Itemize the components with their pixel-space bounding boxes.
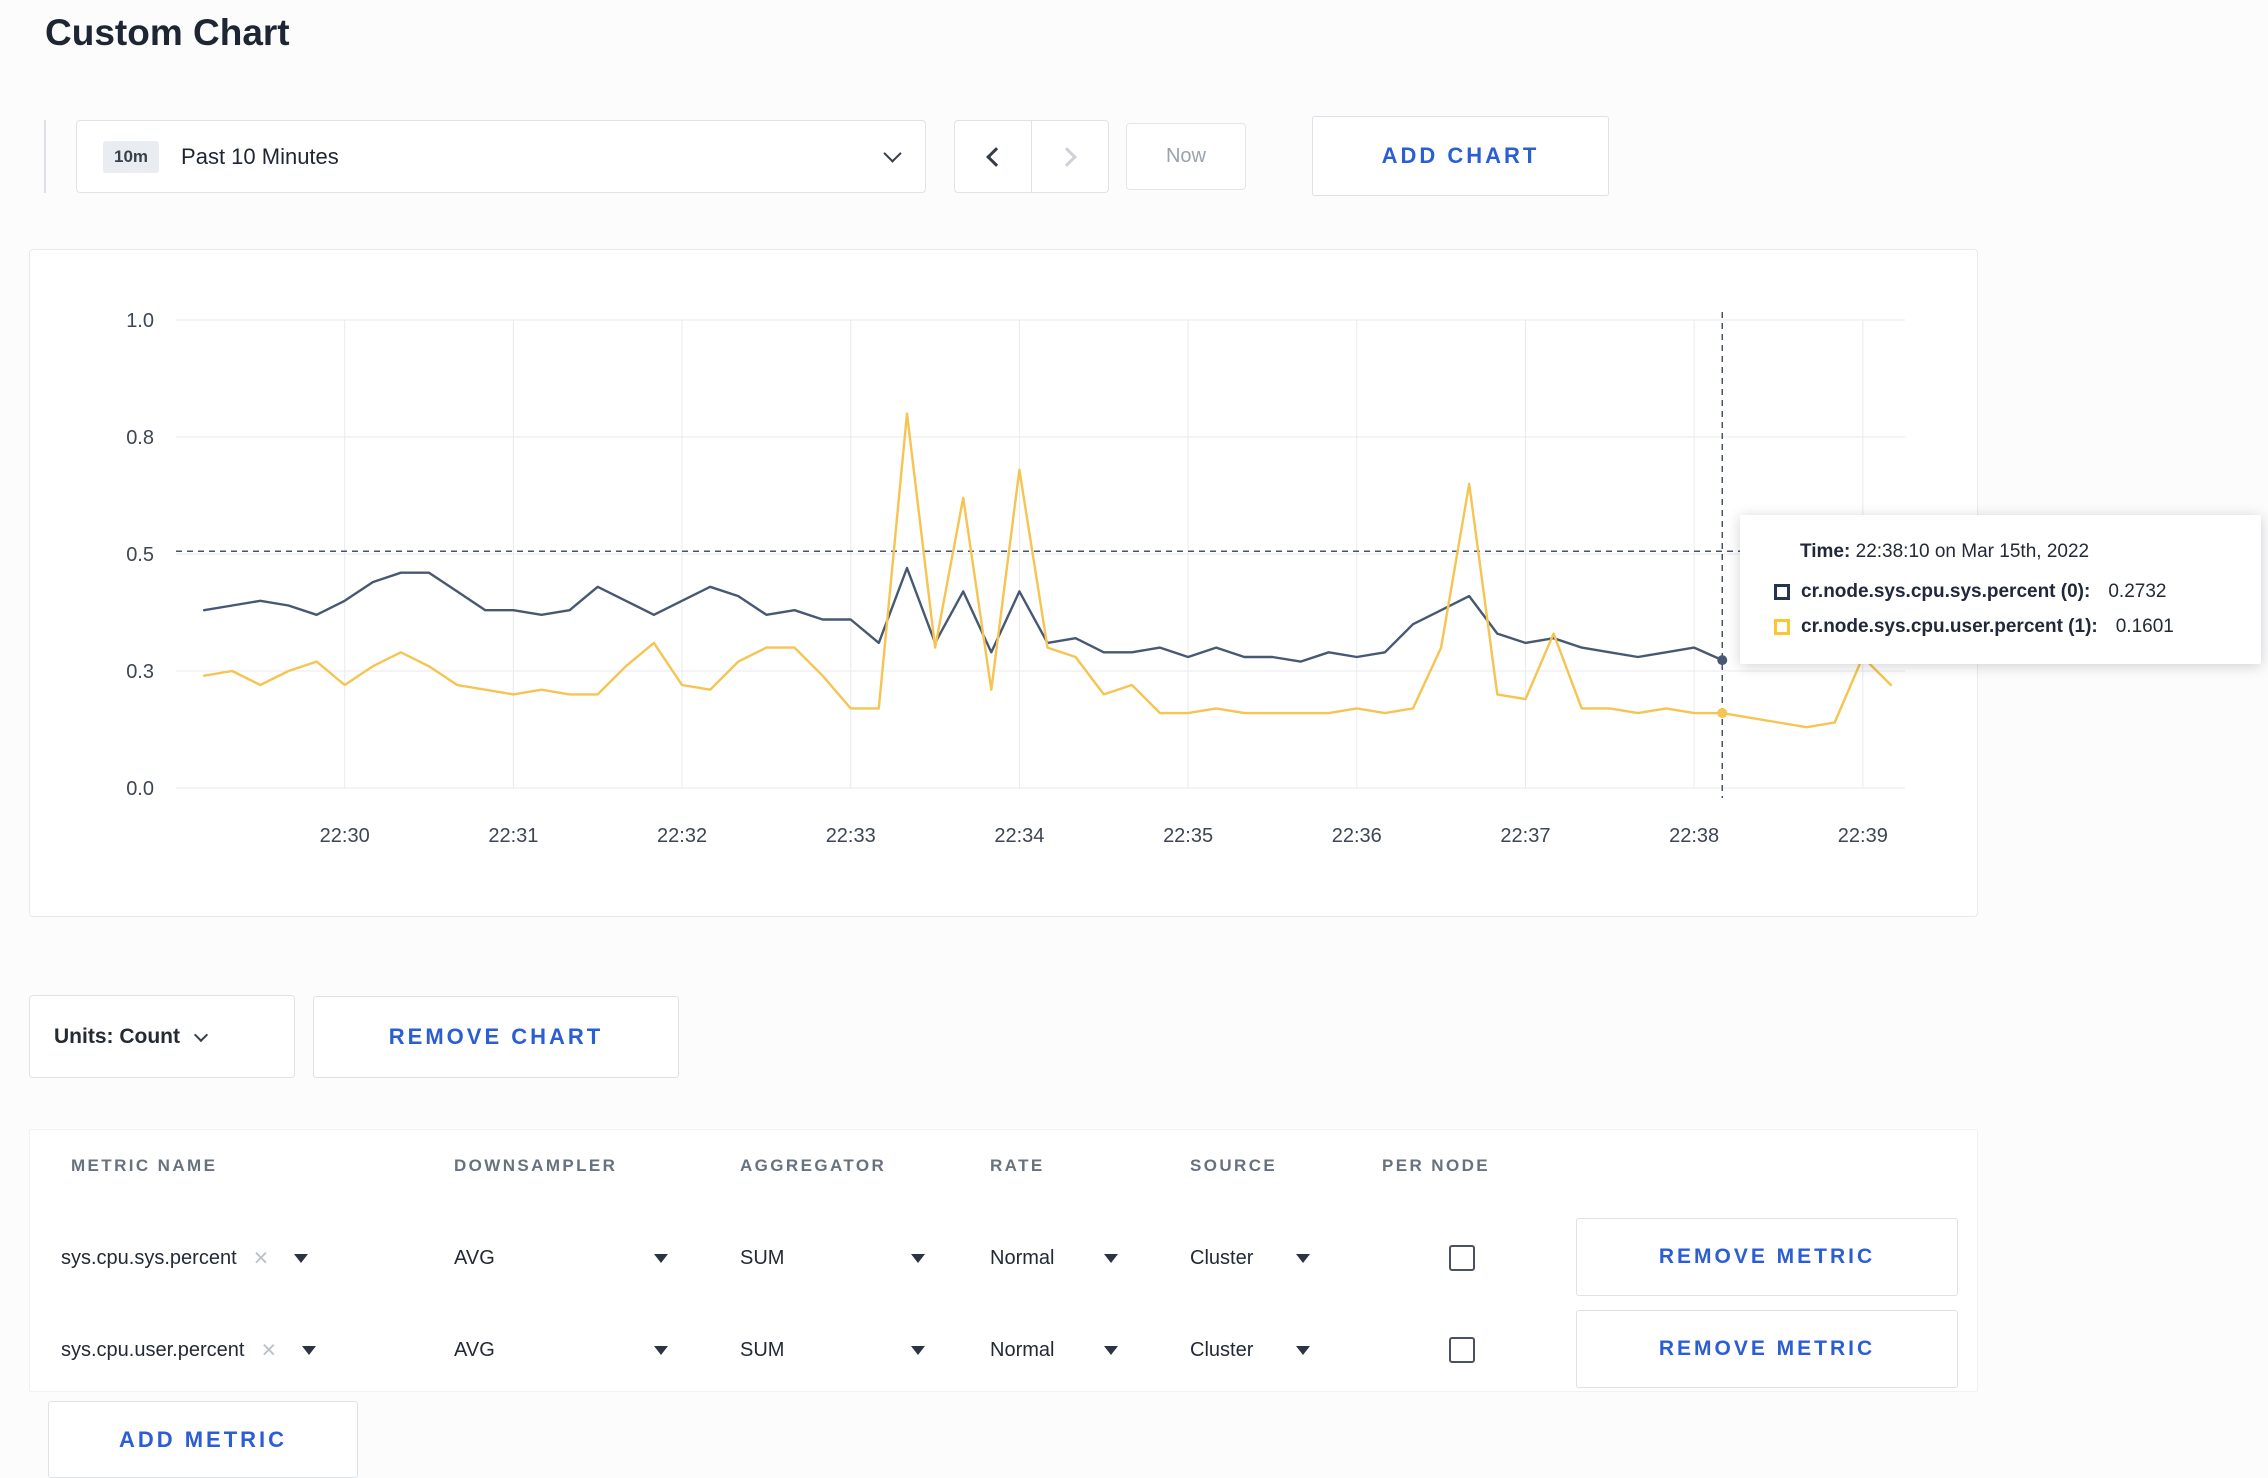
svg-text:22:35: 22:35 (1163, 825, 1213, 847)
tooltip-time-label: Time: (1800, 541, 1851, 562)
rate-value: Normal (990, 1246, 1055, 1269)
metric-name-value: sys.cpu.sys.percent (61, 1246, 237, 1269)
source-select[interactable]: Cluster (1190, 1310, 1310, 1390)
time-range-badge: 10m (103, 140, 160, 173)
chevron-down-icon (883, 144, 902, 163)
tooltip-series-row: cr.node.sys.cpu.sys.percent (0): 0.2732 (1774, 581, 2231, 603)
metrics-table: METRIC NAME DOWNSAMPLER AGGREGATOR RATE … (29, 1129, 1978, 1392)
add-metric-button[interactable]: ADD METRIC (48, 1401, 358, 1478)
svg-text:22:32: 22:32 (657, 825, 707, 847)
caret-down-icon (1296, 1345, 1310, 1355)
svg-text:22:34: 22:34 (994, 825, 1044, 847)
metric-name-select[interactable]: sys.cpu.user.percent × (61, 1310, 317, 1390)
tooltip-series-label: cr.node.sys.cpu.user.percent (1): (1801, 616, 2098, 637)
svg-text:22:37: 22:37 (1500, 825, 1550, 847)
svg-text:22:31: 22:31 (488, 825, 538, 847)
metric-name-select[interactable]: sys.cpu.sys.percent × (61, 1218, 309, 1298)
source-select[interactable]: Cluster (1190, 1218, 1310, 1298)
tooltip-series-value: 0.2732 (2108, 581, 2167, 602)
caret-down-icon (1104, 1345, 1118, 1355)
source-value: Cluster (1190, 1246, 1254, 1269)
add-chart-button[interactable]: ADD CHART (1312, 116, 1609, 196)
column-header-rate: RATE (990, 1156, 1045, 1175)
chevron-down-icon (193, 1027, 209, 1042)
clear-metric-icon[interactable]: × (254, 1245, 269, 1271)
time-back-button[interactable] (954, 120, 1032, 193)
chevron-left-icon (986, 146, 1006, 167)
svg-text:0.3: 0.3 (126, 661, 154, 683)
rate-value: Normal (990, 1338, 1055, 1361)
caret-down-icon (1104, 1253, 1118, 1263)
aggregator-select[interactable]: SUM (740, 1218, 925, 1298)
downsampler-select[interactable]: AVG (454, 1310, 668, 1390)
units-label: Units: Count (54, 1024, 180, 1048)
aggregator-value: SUM (740, 1246, 785, 1269)
column-header-source: SOURCE (1190, 1156, 1278, 1175)
caret-down-icon (1296, 1253, 1310, 1263)
column-header-aggregator: AGGREGATOR (740, 1156, 887, 1175)
column-header-metric-name: METRIC NAME (71, 1156, 218, 1175)
downsampler-select[interactable]: AVG (454, 1218, 668, 1298)
svg-text:0.8: 0.8 (126, 427, 154, 449)
svg-text:1.0: 1.0 (126, 310, 154, 332)
remove-metric-button[interactable]: REMOVE METRIC (1576, 1310, 1958, 1388)
toolbar-divider (44, 120, 46, 193)
caret-down-icon (911, 1253, 925, 1263)
page-title: Custom Chart (45, 12, 290, 53)
downsampler-value: AVG (454, 1338, 495, 1361)
metric-name-value: sys.cpu.user.percent (61, 1338, 245, 1361)
column-header-per-node: PER NODE (1382, 1156, 1490, 1175)
svg-text:22:30: 22:30 (320, 825, 370, 847)
time-range-dropdown[interactable]: 10m Past 10 Minutes (76, 120, 926, 193)
caret-down-icon (654, 1345, 668, 1355)
clear-metric-icon[interactable]: × (261, 1337, 276, 1363)
chevron-right-icon (1057, 146, 1077, 167)
downsampler-value: AVG (454, 1246, 495, 1269)
remove-chart-button[interactable]: REMOVE CHART (313, 996, 679, 1078)
caret-down-icon (302, 1345, 317, 1355)
svg-text:22:38: 22:38 (1669, 825, 1719, 847)
tooltip-series-value: 0.1601 (2115, 616, 2174, 637)
svg-text:0.0: 0.0 (126, 778, 154, 800)
time-range-label: Past 10 Minutes (181, 143, 339, 169)
rate-select[interactable]: Normal (990, 1218, 1118, 1298)
table-row: sys.cpu.sys.percent × AVG SUM Normal Clu… (30, 1218, 1977, 1298)
caret-down-icon (911, 1345, 925, 1355)
tooltip-time-value: 22:38:10 on Mar 15th, 2022 (1855, 541, 2090, 562)
svg-text:22:39: 22:39 (1838, 825, 1888, 847)
column-header-downsampler: DOWNSAMPLER (454, 1156, 618, 1175)
units-dropdown[interactable]: Units: Count (29, 995, 295, 1078)
per-node-checkbox[interactable] (1449, 1337, 1475, 1363)
aggregator-select[interactable]: SUM (740, 1310, 925, 1390)
tooltip-series-row: cr.node.sys.cpu.user.percent (1): 0.1601 (1774, 616, 2231, 638)
custom-chart-page: Custom Chart 10m Past 10 Minutes Now ADD… (0, 0, 2268, 1478)
chart-canvas[interactable]: 0.0 0.3 0.5 0.8 1.0 22:30 22:31 22:32 22:33 22:34… (30, 250, 1977, 916)
svg-text:0.5: 0.5 (126, 544, 154, 566)
caret-down-icon (294, 1253, 309, 1263)
remove-metric-button[interactable]: REMOVE METRIC (1576, 1218, 1958, 1296)
chart-tooltip: Time: 22:38:10 on Mar 15th, 2022 cr.node… (1740, 515, 2261, 664)
time-forward-button[interactable] (1031, 120, 1109, 193)
per-node-checkbox[interactable] (1449, 1245, 1475, 1271)
caret-down-icon (654, 1253, 668, 1263)
tooltip-time: Time: 22:38:10 on Mar 15th, 2022 (1800, 541, 2231, 563)
svg-text:22:36: 22:36 (1332, 825, 1382, 847)
now-button[interactable]: Now (1126, 123, 1246, 190)
series-swatch-icon (1774, 619, 1790, 635)
svg-text:22:33: 22:33 (826, 825, 876, 847)
rate-select[interactable]: Normal (990, 1310, 1118, 1390)
source-value: Cluster (1190, 1338, 1254, 1361)
table-row: sys.cpu.user.percent × AVG SUM Normal Cl… (30, 1310, 1977, 1390)
aggregator-value: SUM (740, 1338, 785, 1361)
chart-card: 0.0 0.3 0.5 0.8 1.0 22:30 22:31 22:32 22:33 22:34… (29, 249, 1978, 917)
tooltip-series-label: cr.node.sys.cpu.sys.percent (0): (1801, 581, 2091, 602)
series-swatch-icon (1774, 584, 1790, 600)
